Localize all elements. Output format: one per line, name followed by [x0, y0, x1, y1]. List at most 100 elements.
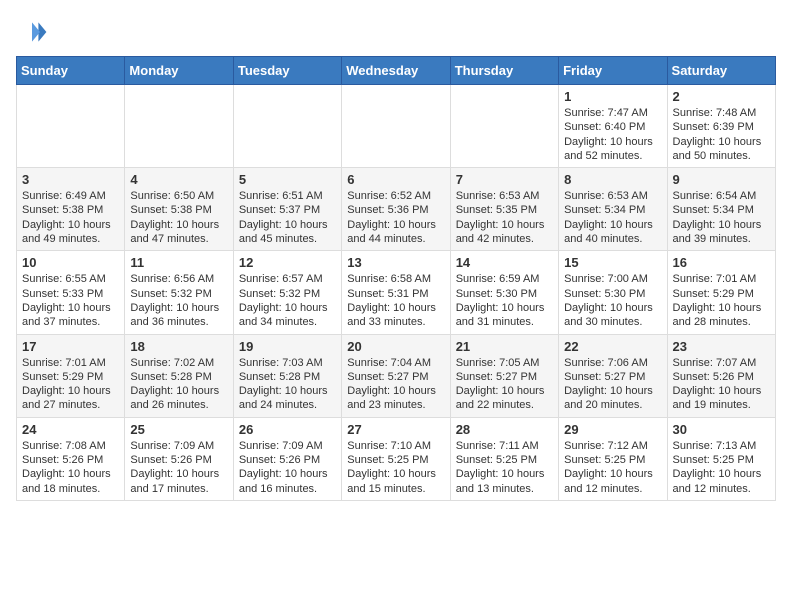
day-info: Daylight: 10 hours and 40 minutes.: [564, 218, 661, 247]
day-info: Sunrise: 6:53 AM: [456, 189, 553, 203]
day-info: Sunrise: 7:47 AM: [564, 106, 661, 120]
day-number: 30: [673, 422, 770, 437]
day-number: 29: [564, 422, 661, 437]
day-number: 22: [564, 339, 661, 354]
day-info: Sunrise: 7:01 AM: [22, 356, 119, 370]
day-header-monday: Monday: [125, 57, 233, 85]
day-info: Sunrise: 7:13 AM: [673, 439, 770, 453]
day-number: 18: [130, 339, 227, 354]
calendar: SundayMondayTuesdayWednesdayThursdayFrid…: [16, 56, 776, 501]
calendar-week-5: 24Sunrise: 7:08 AMSunset: 5:26 PMDayligh…: [17, 417, 776, 500]
day-info: Sunrise: 6:55 AM: [22, 272, 119, 286]
day-number: 2: [673, 89, 770, 104]
day-number: 17: [22, 339, 119, 354]
day-info: Sunset: 5:37 PM: [239, 203, 336, 217]
calendar-cell: 13 Sunrise: 6:58 AMSunset: 5:31 PMDayligh…: [342, 251, 450, 334]
day-info: Daylight: 10 hours and 13 minutes.: [456, 467, 553, 496]
day-info: Daylight: 10 hours and 19 minutes.: [673, 384, 770, 413]
day-info: Daylight: 10 hours and 16 minutes.: [239, 467, 336, 496]
day-number: 16: [673, 255, 770, 270]
day-header-sunday: Sunday: [17, 57, 125, 85]
day-info: Sunrise: 6:50 AM: [130, 189, 227, 203]
day-info: Daylight: 10 hours and 20 minutes.: [564, 384, 661, 413]
day-number: 9: [673, 172, 770, 187]
day-info: Sunrise: 7:09 AM: [239, 439, 336, 453]
calendar-cell: 24Sunrise: 7:08 AMSunset: 5:26 PMDayligh…: [17, 417, 125, 500]
day-number: 6: [347, 172, 444, 187]
day-number: 11: [130, 255, 227, 270]
day-info: Sunset: 5:35 PM: [456, 203, 553, 217]
calendar-cell: 2Sunrise: 7:48 AMSunset: 6:39 PMDaylight…: [667, 85, 775, 168]
day-info: Sunset: 5:26 PM: [673, 370, 770, 384]
day-number: 13: [347, 255, 444, 270]
calendar-cell: 11Sunrise: 6:56 AMSunset: 5:32 PMDayligh…: [125, 251, 233, 334]
day-info: Daylight: 10 hours and 12 minutes.: [673, 467, 770, 496]
day-number: 8: [564, 172, 661, 187]
calendar-cell: 21Sunrise: 7:05 AMSunset: 5:27 PMDayligh…: [450, 334, 558, 417]
day-info: Sunset: 5:25 PM: [347, 453, 444, 467]
day-info: Sunset: 5:26 PM: [130, 453, 227, 467]
day-info: Sunrise: 6:57 AM: [239, 272, 336, 286]
calendar-cell: 27Sunrise: 7:10 AMSunset: 5:25 PMDayligh…: [342, 417, 450, 500]
day-info: Sunrise: 6:58 AM: [347, 272, 444, 286]
calendar-cell: 15Sunrise: 7:00 AMSunset: 5:30 PMDayligh…: [559, 251, 667, 334]
day-info: Sunrise: 7:48 AM: [673, 106, 770, 120]
calendar-cell: 7Sunrise: 6:53 AMSunset: 5:35 PMDaylight…: [450, 168, 558, 251]
calendar-week-1: 1 Sunrise: 7:47 AMSunset: 6:40 PMDaylight…: [17, 85, 776, 168]
day-info: Daylight: 10 hours and 33 minutes.: [347, 301, 444, 330]
day-info: Sunset: 5:30 PM: [456, 287, 553, 301]
day-info: Sunset: 5:38 PM: [22, 203, 119, 217]
calendar-cell: 20Sunrise: 7:04 AMSunset: 5:27 PMDayligh…: [342, 334, 450, 417]
day-info: Sunrise: 6:59 AM: [456, 272, 553, 286]
day-info: Daylight: 10 hours and 23 minutes.: [347, 384, 444, 413]
day-info: Sunrise: 7:12 AM: [564, 439, 661, 453]
calendar-week-3: 10 Sunrise: 6:55 AMSunset: 5:33 PM Dayligh…: [17, 251, 776, 334]
day-info: Daylight: 10 hours and 45 minutes.: [239, 218, 336, 247]
day-number: 12: [239, 255, 336, 270]
day-number: 1: [564, 89, 661, 104]
calendar-cell: 16Sunrise: 7:01 AMSunset: 5:29 PMDayligh…: [667, 251, 775, 334]
day-info: Daylight: 10 hours and 24 minutes.: [239, 384, 336, 413]
day-info: Daylight: 10 hours and 28 minutes.: [673, 301, 770, 330]
calendar-cell: 25Sunrise: 7:09 AMSunset: 5:26 PMDayligh…: [125, 417, 233, 500]
day-number: 25: [130, 422, 227, 437]
calendar-cell: [450, 85, 558, 168]
day-info: Sunrise: 7:02 AM: [130, 356, 227, 370]
day-number: 19: [239, 339, 336, 354]
day-info: Sunset: 5:27 PM: [564, 370, 661, 384]
day-info: Sunset: 5:31 PM: [347, 287, 444, 301]
calendar-cell: 4Sunrise: 6:50 AMSunset: 5:38 PMDaylight…: [125, 168, 233, 251]
day-number: 21: [456, 339, 553, 354]
day-info: Sunset: 5:33 PM: [22, 287, 119, 301]
calendar-cell: 3Sunrise: 6:49 AMSunset: 5:38 PMDaylight…: [17, 168, 125, 251]
calendar-cell: [233, 85, 341, 168]
day-info: Daylight: 10 hours and 52 minutes.: [564, 135, 661, 164]
logo-icon: [16, 16, 48, 48]
day-info: Sunrise: 7:00 AM: [564, 272, 661, 286]
calendar-cell: 19Sunrise: 7:03 AMSunset: 5:28 PMDayligh…: [233, 334, 341, 417]
calendar-cell: 28Sunrise: 7:11 AMSunset: 5:25 PMDayligh…: [450, 417, 558, 500]
calendar-header-row: SundayMondayTuesdayWednesdayThursdayFrid…: [17, 57, 776, 85]
day-info: Sunset: 5:38 PM: [130, 203, 227, 217]
day-info: Sunrise: 7:11 AM: [456, 439, 553, 453]
calendar-cell: 9Sunrise: 6:54 AMSunset: 5:34 PMDaylight…: [667, 168, 775, 251]
day-number: 28: [456, 422, 553, 437]
day-info: Sunset: 6:40 PM: [564, 120, 661, 134]
calendar-cell: 23Sunrise: 7:07 AMSunset: 5:26 PMDayligh…: [667, 334, 775, 417]
day-info: Sunset: 5:29 PM: [22, 370, 119, 384]
calendar-cell: 18Sunrise: 7:02 AMSunset: 5:28 PMDayligh…: [125, 334, 233, 417]
day-number: 15: [564, 255, 661, 270]
day-number: 23: [673, 339, 770, 354]
day-number: 7: [456, 172, 553, 187]
day-number: 10: [22, 255, 119, 270]
day-info: Sunrise: 6:49 AM: [22, 189, 119, 203]
calendar-cell: 1 Sunrise: 7:47 AMSunset: 6:40 PMDaylight…: [559, 85, 667, 168]
day-info: Sunset: 5:32 PM: [239, 287, 336, 301]
calendar-week-4: 17Sunrise: 7:01 AMSunset: 5:29 PMDayligh…: [17, 334, 776, 417]
calendar-cell: 10Sunrise: 6:55 AMSunset: 5:33 PMDayligh…: [17, 251, 125, 334]
calendar-cell: 6Sunrise: 6:52 AMSunset: 5:36 PMDaylight…: [342, 168, 450, 251]
day-info: Daylight: 10 hours and 31 minutes.: [456, 301, 553, 330]
day-info: Daylight: 10 hours and 39 minutes.: [673, 218, 770, 247]
day-info: Sunset: 6:39 PM: [673, 120, 770, 134]
day-info: Daylight: 10 hours and 27 minutes.: [22, 384, 119, 413]
